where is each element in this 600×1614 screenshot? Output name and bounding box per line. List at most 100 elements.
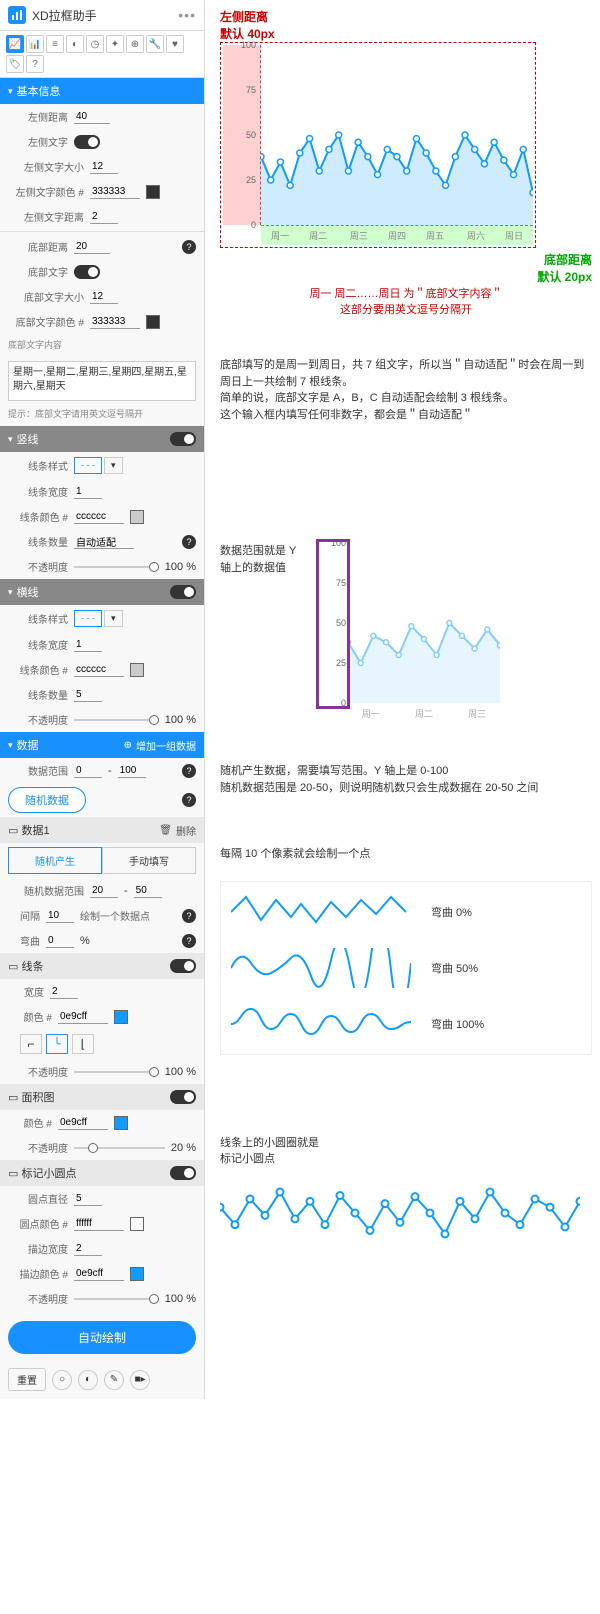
circle-button-2[interactable]: ◐ bbox=[78, 1370, 98, 1390]
bottom-text-toggle[interactable] bbox=[74, 265, 100, 279]
annotation-bottom-text: 底部填写的是周一到周日，共 7 组文字，所以当＂自动适配＂时会在周一到周日上一共… bbox=[220, 357, 592, 423]
annotation-interval: 每隔 10 个像素就会绘制一个点 bbox=[220, 846, 592, 863]
more-icon[interactable]: ••• bbox=[178, 7, 196, 23]
vline-color-input[interactable] bbox=[74, 510, 124, 524]
bottom-distance-input[interactable] bbox=[74, 240, 110, 254]
interval-input[interactable] bbox=[46, 909, 74, 923]
cap-bevel-button[interactable]: ⌊ bbox=[72, 1034, 94, 1054]
random-max-input[interactable] bbox=[134, 884, 162, 898]
opacity-value: 100 % bbox=[165, 1293, 196, 1305]
hline-color-input[interactable] bbox=[74, 663, 124, 677]
tab-hbar-chart[interactable]: ≡ bbox=[46, 35, 64, 53]
opacity-slider[interactable] bbox=[74, 719, 159, 721]
line-color-input[interactable] bbox=[58, 1010, 108, 1024]
add-data-button[interactable]: ⊕ 增加一组数据 bbox=[124, 738, 196, 753]
help-icon[interactable]: ? bbox=[182, 764, 196, 778]
tab-bookmark[interactable]: 🏷 bbox=[6, 55, 24, 73]
color-swatch[interactable] bbox=[146, 315, 160, 329]
line-toggle[interactable] bbox=[170, 959, 196, 973]
opacity-slider[interactable] bbox=[74, 1147, 165, 1149]
color-swatch[interactable] bbox=[146, 185, 160, 199]
section-title: 横线 bbox=[17, 584, 39, 600]
color-swatch[interactable] bbox=[130, 663, 144, 677]
bend-input[interactable] bbox=[46, 934, 74, 948]
label: 数据范围 bbox=[12, 763, 68, 778]
color-swatch[interactable] bbox=[114, 1116, 128, 1130]
tab-manual-fill[interactable]: 手动填写 bbox=[102, 847, 196, 874]
tab-line-chart[interactable]: 📈 bbox=[6, 35, 24, 53]
section-horizontal-lines[interactable]: ▾ 横线 bbox=[0, 579, 204, 605]
circle-button-3[interactable]: ✎ bbox=[104, 1370, 124, 1390]
marker-diameter-input[interactable] bbox=[74, 1192, 102, 1206]
section-data-1[interactable]: ▭ 数据1 🗑 删除 bbox=[0, 817, 204, 843]
left-text-gap-input[interactable] bbox=[90, 210, 118, 224]
area-toggle[interactable] bbox=[170, 1090, 196, 1104]
circle-button-4[interactable]: ■▸ bbox=[130, 1370, 150, 1390]
color-swatch[interactable] bbox=[130, 510, 144, 524]
left-text-size-input[interactable] bbox=[90, 160, 118, 174]
section-line-style[interactable]: ▭ 线条 bbox=[0, 953, 204, 979]
dropdown-icon[interactable]: ▾ bbox=[104, 610, 123, 627]
dash-style-option[interactable]: - - - bbox=[74, 457, 102, 474]
range-min-input[interactable] bbox=[74, 764, 102, 778]
tab-settings[interactable]: 🔧 bbox=[146, 35, 164, 53]
color-swatch[interactable] bbox=[114, 1010, 128, 1024]
help-icon[interactable]: ? bbox=[182, 909, 196, 923]
reset-button[interactable]: 重置 bbox=[8, 1368, 46, 1391]
vline-width-input[interactable] bbox=[74, 485, 102, 499]
random-data-button[interactable]: 随机数据 bbox=[8, 787, 86, 813]
range-max-input[interactable] bbox=[118, 764, 146, 778]
tab-bar-chart[interactable]: 📊 bbox=[26, 35, 44, 53]
section-basic-info[interactable]: ▾ 基本信息 bbox=[0, 78, 204, 104]
circle-button-1[interactable]: ○ bbox=[52, 1370, 72, 1390]
cap-square-button[interactable]: ⌐ bbox=[20, 1034, 42, 1054]
tab-gauge[interactable]: ◷ bbox=[86, 35, 104, 53]
annotation-caption: 这部分要用英文逗号分隔开 bbox=[220, 301, 592, 317]
color-swatch[interactable] bbox=[130, 1267, 144, 1281]
section-data[interactable]: ▾ 数据 ⊕ 增加一组数据 bbox=[0, 732, 204, 758]
tab-help[interactable]: ? bbox=[26, 55, 44, 73]
bottom-text-color-input[interactable] bbox=[90, 315, 140, 329]
color-swatch[interactable] bbox=[130, 1217, 144, 1231]
marker-stroke-width-input[interactable] bbox=[74, 1242, 102, 1256]
left-text-color-input[interactable] bbox=[90, 185, 140, 199]
tab-random-generate[interactable]: 随机产生 bbox=[8, 847, 102, 874]
dash-style-option[interactable]: - - - bbox=[74, 610, 102, 627]
tab-radar[interactable]: ✦ bbox=[106, 35, 124, 53]
hline-toggle[interactable] bbox=[170, 585, 196, 599]
delete-data-button[interactable]: 🗑 删除 bbox=[159, 823, 196, 838]
opacity-slider[interactable] bbox=[74, 1298, 159, 1300]
marker-toggle[interactable] bbox=[170, 1166, 196, 1180]
area-color-input[interactable] bbox=[58, 1116, 108, 1130]
opacity-slider[interactable] bbox=[74, 1071, 159, 1073]
vline-count-input[interactable] bbox=[74, 535, 134, 549]
help-icon[interactable]: ? bbox=[182, 934, 196, 948]
label: 线条颜色 # bbox=[12, 662, 68, 677]
dropdown-icon[interactable]: ▾ bbox=[104, 457, 123, 474]
tab-globe[interactable]: ⊕ bbox=[126, 35, 144, 53]
random-min-input[interactable] bbox=[90, 884, 118, 898]
help-icon[interactable]: ? bbox=[182, 535, 196, 549]
cap-round-button[interactable]: ╰ bbox=[46, 1034, 68, 1054]
hline-width-input[interactable] bbox=[74, 638, 102, 652]
section-title: 标记小圆点 bbox=[21, 1165, 76, 1181]
auto-draw-button[interactable]: 自动绘制 bbox=[8, 1321, 196, 1354]
hline-count-input[interactable] bbox=[74, 688, 102, 702]
section-area[interactable]: ▭ 面积图 bbox=[0, 1084, 204, 1110]
bottom-text-size-input[interactable] bbox=[90, 290, 118, 304]
tab-pie-chart[interactable]: ◐ bbox=[66, 35, 84, 53]
left-text-toggle[interactable] bbox=[74, 135, 100, 149]
tab-favorite[interactable]: ♥ bbox=[166, 35, 184, 53]
marker-stroke-color-input[interactable] bbox=[74, 1267, 124, 1281]
help-icon[interactable]: ? bbox=[182, 793, 196, 807]
line-width-input[interactable] bbox=[50, 985, 78, 999]
section-vertical-lines[interactable]: ▾ 竖线 bbox=[0, 426, 204, 452]
section-markers[interactable]: ▭ 标记小圆点 bbox=[0, 1160, 204, 1186]
marker-fill-input[interactable] bbox=[74, 1217, 124, 1231]
annotation-left-distance-title: 左侧距离 默认 40px bbox=[220, 8, 592, 42]
bottom-text-content-textarea[interactable]: 星期一,星期二,星期三,星期四,星期五,星期六,星期天 bbox=[8, 361, 196, 401]
help-icon[interactable]: ? bbox=[182, 240, 196, 254]
left-distance-input[interactable] bbox=[74, 110, 110, 124]
opacity-slider[interactable] bbox=[74, 566, 159, 568]
vline-toggle[interactable] bbox=[170, 432, 196, 446]
